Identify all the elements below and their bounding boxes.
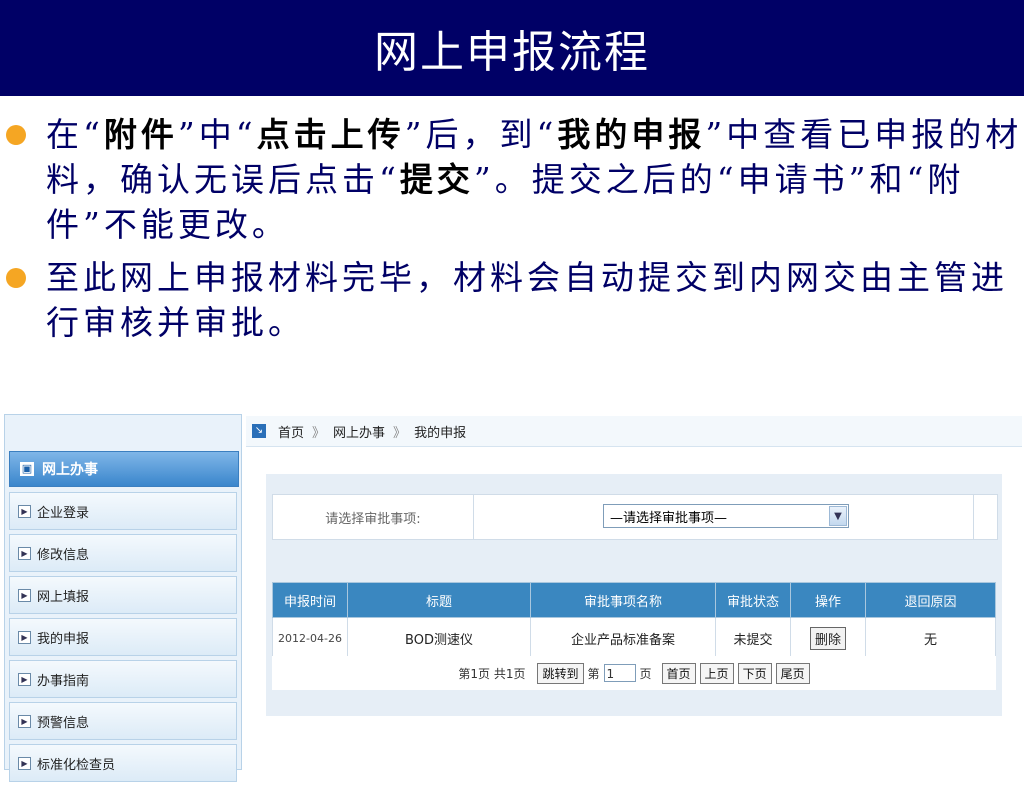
cell-title: BOD测速仪 <box>347 617 531 659</box>
bullet-bold-text: 提交 <box>399 160 474 199</box>
screenshot-panel: ▣ 网上办事 ▶ 企业登录 ▶ 修改信息 ▶ 网上填报 ▶ 我的申报 ▶ 办事指南 ▶ 预警… <box>0 412 1024 782</box>
slide-title: 网上申报流程 <box>374 27 650 78</box>
arrow-right-icon: ▶ <box>18 504 31 518</box>
divider <box>973 495 974 539</box>
filter-label: 请选择审批事项: <box>273 495 474 539</box>
cell-action: 删除 <box>790 617 866 659</box>
bullet-list: 在“附件”中“点击上传”后，到“我的申报”中查看已申报的材料，确认无误后点击“提… <box>0 112 1024 353</box>
sidebar-item-label: 办事指南 <box>37 673 90 689</box>
bullet-text: 在“ <box>46 115 104 154</box>
sidebar-item[interactable]: ▶ 办事指南 <box>9 660 237 698</box>
sidebar-header[interactable]: ▣ 网上办事 <box>9 451 239 487</box>
sidebar-item-label: 修改信息 <box>37 547 90 563</box>
sidebar-item-label: 我的申报 <box>37 631 90 647</box>
bullet-dot-icon <box>6 125 26 145</box>
sidebar-header-label: 网上办事 <box>42 462 98 478</box>
bullet-bold-text: 点击上传 <box>256 115 405 154</box>
menu-icon: ▣ <box>20 462 34 476</box>
last-page-button[interactable]: 尾页 <box>775 662 810 684</box>
application-table: 申报时间 标题 审批事项名称 审批状态 操作 退回原因 2012-04-26 B… <box>272 582 996 659</box>
location-icon: ↘ <box>252 424 266 438</box>
sidebar-item-label: 标准化检查员 <box>37 757 116 773</box>
content-panel: 请选择审批事项: —请选择审批事项— ▼ 申报时间 标题 审批事项名称 审批状态… <box>266 474 1002 716</box>
chevron-down-icon[interactable]: ▼ <box>829 506 847 526</box>
breadcrumb-separator: 》 <box>393 425 407 441</box>
sidebar-item[interactable]: ▶ 企业登录 <box>9 492 237 530</box>
column-header: 审批状态 <box>715 582 791 618</box>
sidebar-item-label: 企业登录 <box>37 505 90 521</box>
filter-row: 请选择审批事项: —请选择审批事项— ▼ <box>272 494 998 540</box>
arrow-right-icon: ▶ <box>18 588 31 602</box>
column-header: 退回原因 <box>865 582 996 618</box>
pagination: 第1页 共1页 跳转到 第 1 页 首页 上页 下页 尾页 <box>272 656 996 690</box>
column-header: 申报时间 <box>272 582 348 618</box>
column-header: 标题 <box>347 582 531 618</box>
select-value: —请选择审批事项— <box>610 510 728 526</box>
page-number-input[interactable]: 1 <box>603 664 636 682</box>
arrow-right-icon: ▶ <box>18 672 31 686</box>
sidebar-item-label: 网上填报 <box>37 589 90 605</box>
breadcrumb-level1[interactable]: 网上办事 <box>333 422 385 441</box>
breadcrumb-current: 我的申报 <box>414 425 467 441</box>
table-row: 2012-04-26 BOD测速仪 企业产品标准备案 未提交 删除 无 <box>272 617 996 659</box>
sidebar: ▣ 网上办事 ▶ 企业登录 ▶ 修改信息 ▶ 网上填报 ▶ 我的申报 ▶ 办事指南 ▶ 预警… <box>4 414 242 782</box>
sidebar-item[interactable]: ▶ 修改信息 <box>9 534 237 572</box>
delete-button[interactable]: 删除 <box>809 626 846 650</box>
bullet-item: 至此网上申报材料完毕，材料会自动提交到内网交由主管进行审核并审批。 <box>0 255 1024 345</box>
jump-button[interactable]: 跳转到 <box>537 662 584 684</box>
sidebar-item[interactable]: ▶ 预警信息 <box>9 702 237 740</box>
slide-title-bar: 网上申报流程 <box>0 0 1024 96</box>
breadcrumb-separator: 》 <box>312 425 326 441</box>
column-header: 操作 <box>790 582 866 618</box>
page-info: 第1页 共1页 <box>458 666 526 681</box>
cell-return-reason: 无 <box>865 617 996 659</box>
bullet-dot-icon <box>6 268 26 288</box>
sidebar-item-label: 预警信息 <box>37 715 90 731</box>
bullet-text: ”后，到“ <box>404 115 558 154</box>
breadcrumb: ↘ 首页 》 网上办事 》 我的申报 <box>246 416 1022 447</box>
cell-date: 2012-04-26 <box>272 617 348 659</box>
bullet-bold-text: 附件 <box>103 115 178 154</box>
sidebar-item[interactable]: ▶ 标准化检查员 <box>9 744 237 782</box>
table-header-row: 申报时间 标题 审批事项名称 审批状态 操作 退回原因 <box>272 582 996 618</box>
bullet-item: 在“附件”中“点击上传”后，到“我的申报”中查看已申报的材料，确认无误后点击“提… <box>0 112 1024 247</box>
approval-item-select[interactable]: —请选择审批事项— ▼ <box>603 504 849 528</box>
sidebar-item[interactable]: ▶ 我的申报 <box>9 618 237 656</box>
sidebar-item[interactable]: ▶ 网上填报 <box>9 576 237 614</box>
next-page-button[interactable]: 下页 <box>737 662 772 684</box>
cell-status: 未提交 <box>715 617 791 659</box>
first-page-button[interactable]: 首页 <box>661 662 696 684</box>
bullet-text: 至此网上申报材料完毕，材料会自动提交到内网交由主管进行审核并审批。 <box>46 258 1008 342</box>
page-suffix: 页 <box>639 666 652 681</box>
bullet-text: ”中“ <box>177 115 257 154</box>
cell-item-name: 企业产品标准备案 <box>530 617 716 659</box>
bullet-bold-text: 我的申报 <box>557 115 706 154</box>
sidebar-menu: ▶ 企业登录 ▶ 修改信息 ▶ 网上填报 ▶ 我的申报 ▶ 办事指南 ▶ 预警信息 ▶ 标准化… <box>9 492 237 786</box>
prev-page-button[interactable]: 上页 <box>699 662 734 684</box>
arrow-right-icon: ▶ <box>18 630 31 644</box>
arrow-right-icon: ▶ <box>18 714 31 728</box>
breadcrumb-home[interactable]: 首页 <box>278 422 304 441</box>
arrow-right-icon: ▶ <box>18 546 31 560</box>
column-header: 审批事项名称 <box>530 582 716 618</box>
page-prefix: 第 <box>587 666 600 681</box>
